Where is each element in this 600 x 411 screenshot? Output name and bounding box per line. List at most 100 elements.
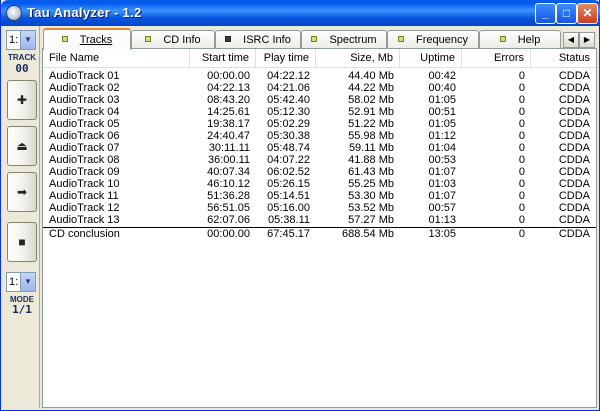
- stop-button[interactable]: ■: [7, 222, 37, 262]
- cell-status: CDDA: [558, 118, 590, 130]
- table-row[interactable]: AudioTrack 07 30:11.11 05:48.74 59.11 Mb 01:…: [43, 142, 596, 154]
- cell-uptime: 00:53: [428, 154, 456, 166]
- cell-uptime: 01:07: [428, 190, 456, 202]
- cell-errors: 0: [518, 118, 525, 130]
- mode-value: 1/1: [12, 303, 32, 316]
- column-header-start-time[interactable]: Start time: [190, 49, 256, 68]
- cell-uptime: 00:42: [428, 70, 456, 82]
- cell-errors: 0: [518, 178, 525, 190]
- app-window: Tau Analyzer - 1.2 _ □ ✕ 1: ▼ TRACK 00 ✚…: [0, 0, 600, 411]
- main-content: Tracks CD Info ISRC Info Spectrum Freque…: [41, 26, 598, 408]
- cell-start-time: 30:11.11: [208, 142, 250, 154]
- cell-file-name: CD conclusion: [49, 228, 120, 240]
- table-header: File Name Start time Play time Size, Mb …: [43, 49, 596, 68]
- cell-status: CDDA: [558, 154, 590, 166]
- cell-errors: 0: [518, 202, 525, 214]
- cell-file-name: AudioTrack 01: [49, 70, 120, 82]
- tab-scroll-right-button[interactable]: ▶: [579, 32, 595, 48]
- table-row[interactable]: AudioTrack 04 14:25.61 05:12.30 52.91 Mb 00:…: [43, 106, 596, 118]
- tab-spectrum[interactable]: Spectrum: [301, 30, 387, 49]
- table-row[interactable]: AudioTrack 12 56:51.05 05:16.00 53.52 Mb 00:…: [43, 202, 596, 214]
- column-header-file-name[interactable]: File Name: [43, 49, 190, 68]
- cell-status: CDDA: [558, 190, 590, 202]
- cell-errors: 0: [518, 142, 525, 154]
- tab-isrc-info[interactable]: ISRC Info: [215, 30, 301, 49]
- cell-play-time: 05:16.00: [267, 202, 310, 214]
- table-row[interactable]: AudioTrack 01 00:00.00 04:22.12 44.40 Mb 00:…: [43, 70, 596, 82]
- cell-status: CDDA: [558, 82, 590, 94]
- table-row[interactable]: AudioTrack 10 46:10.12 05:26.15 55.25 Mb 01:…: [43, 178, 596, 190]
- table-row[interactable]: AudioTrack 09 40:07.34 06:02.52 61.43 Mb 01:…: [43, 166, 596, 178]
- cell-play-time: 04:07.22: [267, 154, 310, 166]
- column-header-errors[interactable]: Errors: [462, 49, 531, 68]
- cell-play-time: 05:02.29: [267, 118, 310, 130]
- tab-frequency[interactable]: Frequency: [387, 30, 479, 49]
- summary-row[interactable]: CD conclusion 00:00.00 67:45.17 688.54 Mb 13…: [43, 227, 596, 240]
- cell-size: 688.54 Mb: [342, 228, 394, 240]
- tab-tracks[interactable]: Tracks: [43, 28, 131, 50]
- table-row[interactable]: AudioTrack 06 24:40.47 05:30.38 55.98 Mb 01:…: [43, 130, 596, 142]
- tab-label: Help: [517, 34, 541, 46]
- cell-play-time: 05:14.51: [267, 190, 310, 202]
- cell-start-time: 19:38.17: [207, 118, 250, 130]
- cell-size: 61.43 Mb: [348, 166, 394, 178]
- close-button[interactable]: ✕: [577, 3, 598, 24]
- cell-uptime: 01:04: [428, 142, 456, 154]
- tab-indicator-icon: [145, 36, 152, 42]
- cell-play-time: 05:38.11: [267, 214, 310, 226]
- column-header-uptime[interactable]: Uptime: [400, 49, 462, 68]
- cell-status: CDDA: [558, 106, 590, 118]
- minimize-button[interactable]: _: [535, 3, 556, 24]
- tab-cd-info[interactable]: CD Info: [131, 30, 215, 49]
- tab-indicator-icon: [311, 36, 318, 42]
- next-button[interactable]: ➡: [7, 172, 37, 212]
- column-header-size[interactable]: Size, Mb: [316, 49, 400, 68]
- cell-status: CDDA: [558, 94, 590, 106]
- track-label: TRACK: [8, 53, 36, 62]
- cell-file-name: AudioTrack 13: [49, 214, 120, 226]
- window-title: Tau Analyzer - 1.2: [27, 5, 142, 20]
- close-icon: ✕: [582, 6, 593, 20]
- cell-file-name: AudioTrack 08: [49, 154, 120, 166]
- cell-size: 53.52 Mb: [348, 202, 394, 214]
- tab-indicator-icon: [398, 36, 404, 42]
- chevron-down-icon[interactable]: ▼: [20, 31, 35, 49]
- cell-start-time: 46:10.12: [207, 178, 250, 190]
- add-button[interactable]: ✚: [7, 80, 37, 120]
- cell-errors: 0: [518, 106, 525, 118]
- cell-play-time: 05:30.38: [267, 130, 310, 142]
- table-row[interactable]: AudioTrack 02 04:22.13 04:21.06 44.22 Mb 00:…: [43, 82, 596, 94]
- cell-play-time: 06:02.52: [267, 166, 310, 178]
- cell-file-name: AudioTrack 09: [49, 166, 120, 178]
- cell-file-name: AudioTrack 03: [49, 94, 120, 106]
- tracks-table: File Name Start time Play time Size, Mb …: [42, 48, 597, 408]
- maximize-button[interactable]: □: [556, 3, 577, 24]
- table-row[interactable]: AudioTrack 08 36:00.11 04:07.22 41.88 Mb 00:…: [43, 154, 596, 166]
- cell-file-name: AudioTrack 10: [49, 178, 120, 190]
- table-row[interactable]: AudioTrack 13 62:07.06 05:38.11 57.27 Mb 01:…: [43, 214, 596, 226]
- cell-uptime: 01:03: [428, 178, 456, 190]
- mode-select[interactable]: 1: ▼: [6, 272, 36, 292]
- maximize-icon: □: [562, 6, 571, 20]
- cell-errors: 0: [518, 154, 525, 166]
- minimize-icon: _: [542, 6, 549, 20]
- column-header-status[interactable]: Status: [531, 49, 596, 68]
- table-row[interactable]: AudioTrack 05 19:38.17 05:02.29 51.22 Mb 01:…: [43, 118, 596, 130]
- tab-help[interactable]: Help: [479, 30, 561, 49]
- cell-play-time: 05:48.74: [267, 142, 310, 154]
- table-row[interactable]: AudioTrack 03 08:43.20 05:42.40 58.02 Mb 01:…: [43, 94, 596, 106]
- cell-start-time: 62:07.06: [207, 214, 250, 226]
- chevron-down-icon[interactable]: ▼: [20, 273, 35, 291]
- tab-label: CD Info: [163, 34, 201, 46]
- cell-size: 41.88 Mb: [348, 154, 394, 166]
- tab-strip: Tracks CD Info ISRC Info Spectrum Freque…: [41, 28, 598, 50]
- column-header-play-time[interactable]: Play time: [256, 49, 316, 68]
- title-bar[interactable]: Tau Analyzer - 1.2 _ □ ✕: [1, 0, 600, 26]
- tab-scroll-left-button[interactable]: ◀: [563, 32, 579, 48]
- cell-start-time: 08:43.20: [207, 94, 250, 106]
- table-row[interactable]: AudioTrack 11 51:36.28 05:14.51 53.30 Mb 01:…: [43, 190, 596, 202]
- cell-uptime: 00:40: [428, 82, 456, 94]
- eject-button[interactable]: ⏏: [7, 126, 37, 166]
- track-select[interactable]: 1: ▼: [6, 30, 36, 50]
- cell-size: 59.11 Mb: [348, 142, 394, 154]
